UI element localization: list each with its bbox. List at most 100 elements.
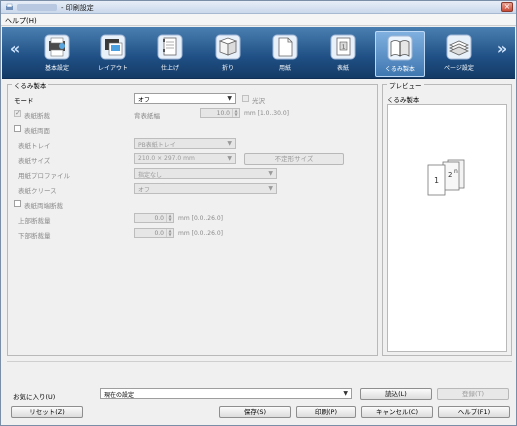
cover-crease-label: 表紙クリース [18, 187, 57, 195]
cover-size-value: 210.0 × 297.0 mm [138, 155, 195, 162]
help-button[interactable]: ヘルプ(F1) [438, 406, 510, 418]
preview-group: プレビュー くるみ製本 1 2 n [382, 80, 512, 356]
cover-tray-label: 表紙トレイ [18, 142, 51, 150]
print-button[interactable]: 印刷(P) [296, 406, 356, 418]
booklet-preview-icon: 1 2 n [427, 159, 465, 196]
spine-width-stepper[interactable]: 10.0 ▲ ▼ [200, 108, 240, 118]
layout-icon [100, 34, 126, 60]
top-trim-label: 上部断裁量 [18, 217, 51, 225]
paper-profile-select[interactable]: 指定なし ▼ [134, 168, 277, 179]
category-toolbar: « 基本設定 レイアウト 仕上げ 折り 用紙 1 表紙 くるみ製本 ページ設定 … [2, 27, 515, 79]
custom-size-button[interactable]: 不定形サイズ [244, 153, 344, 165]
chevron-down-icon: ▼ [343, 390, 348, 397]
reset-button[interactable]: リセット(Z) [11, 406, 83, 418]
top-trim-range: mm [0.0..26.0] [178, 215, 223, 222]
stepper-arrows-icon[interactable]: ▲ ▼ [232, 109, 239, 117]
chevron-down-icon: ▼ [268, 170, 273, 177]
preview-page-1: 1 [434, 176, 439, 185]
gloss-checkbox[interactable] [242, 95, 249, 102]
checkmark-icon: ✓ [15, 109, 21, 117]
fold-icon [215, 34, 241, 60]
tab-layout[interactable]: レイアウト [88, 31, 138, 77]
tab-fold[interactable]: 折り [203, 31, 253, 77]
cover-both-sides-label: 表紙両面 [24, 127, 50, 135]
cover-tray-value: PB表紙トレイ [138, 142, 176, 149]
cover-tray-select[interactable]: PB表紙トレイ ▼ [134, 138, 236, 149]
printer-app-icon [6, 3, 13, 10]
favorites-label: お気に入り(U) [13, 393, 56, 401]
favorites-value: 現在の設定 [104, 392, 135, 399]
chevron-down-icon: ▼ [227, 95, 232, 102]
tab-layout-label: レイアウト [97, 65, 128, 72]
cover-crease-select[interactable]: オフ ▼ [134, 183, 277, 194]
bottom-trim-value: 0.0 [154, 230, 164, 237]
mode-label: モード [14, 97, 34, 105]
preview-page-n: n [454, 168, 458, 175]
cover-trim-label: 表紙断裁 [24, 112, 50, 120]
spine-width-range: mm [1.0..30.0] [244, 110, 289, 117]
close-button[interactable]: × [501, 2, 513, 12]
binding-group-title: くるみ製本 [12, 80, 49, 90]
tab-page-settings[interactable]: ページ設定 [434, 31, 484, 77]
tab-page-settings-label: ページ設定 [444, 65, 474, 72]
preview-page-2: 2 [448, 171, 452, 179]
cover-size-label: 表紙サイズ [18, 157, 51, 165]
register-button[interactable]: 登録(T) [437, 388, 509, 400]
scroll-left-arrow[interactable]: « [8, 41, 22, 57]
cover-both-sides-checkbox[interactable] [14, 125, 21, 132]
tab-basic-settings[interactable]: 基本設定 [32, 31, 82, 77]
cover-both-ends-trim-checkbox[interactable] [14, 200, 21, 207]
tab-fold-label: 折り [221, 65, 234, 72]
bottom-trim-stepper[interactable]: 0.0 ▲ ▼ [134, 228, 174, 238]
chevron-down-icon: ▼ [227, 140, 232, 147]
spine-width-value: 10.0 [216, 110, 230, 117]
cancel-button[interactable]: キャンセル(C) [361, 406, 433, 418]
mode-select[interactable]: オフ ▼ [134, 93, 236, 104]
preview-canvas: 1 2 n [387, 104, 507, 352]
chevron-down-icon: ▼ [268, 185, 273, 192]
paper-profile-value: 指定なし [138, 172, 163, 179]
basic-settings-icon [44, 34, 70, 60]
mode-select-value: オフ [138, 97, 151, 104]
chevron-down-icon: ▼ [227, 155, 232, 162]
paper-icon [272, 34, 298, 60]
cover-size-select[interactable]: 210.0 × 297.0 mm ▼ [134, 153, 236, 164]
page-settings-icon [446, 34, 472, 60]
scroll-right-arrow[interactable]: » [495, 41, 509, 57]
menu-bar: ヘルプ(H) [1, 14, 516, 26]
tab-cover[interactable]: 1 表紙 [318, 31, 368, 77]
finishing-icon [157, 34, 183, 60]
favorites-bar: お気に入り(U) 現在の設定 ▼ 読込(L) 登録(T) [7, 361, 512, 402]
binding-settings-group: くるみ製本 モード オフ ▼ 光沢 ✓ 表紙断裁 背表紙幅 10.0 ▲ ▼ mm… [7, 80, 378, 356]
tab-basic-settings-label: 基本設定 [44, 65, 69, 72]
stepper-arrows-icon[interactable]: ▲ ▼ [166, 229, 173, 237]
tab-cover-label: 表紙 [336, 65, 349, 72]
preview-subtitle: くるみ製本 [387, 96, 420, 104]
title-bar: - 印刷設定 × [1, 1, 516, 14]
bottom-trim-range: mm [0.0..26.0] [178, 230, 223, 237]
bottom-trim-label: 下部断裁量 [18, 232, 51, 240]
tab-finishing[interactable]: 仕上げ [145, 31, 195, 77]
preview-group-title: プレビュー [387, 80, 424, 90]
stepper-arrows-icon[interactable]: ▲ ▼ [166, 214, 173, 222]
cover-icon: 1 [330, 34, 356, 60]
tab-perfect-binding-label: くるみ製本 [385, 66, 415, 73]
paper-profile-label: 用紙プロファイル [18, 172, 70, 180]
print-settings-dialog: - 印刷設定 × ヘルプ(H) « 基本設定 レイアウト 仕上げ 折り 用紙 1… [0, 0, 517, 426]
tab-perfect-binding[interactable]: くるみ製本 [375, 31, 425, 77]
printer-name-redacted [17, 4, 57, 11]
cover-both-ends-trim-label: 表紙両端断裁 [24, 202, 63, 210]
load-button[interactable]: 読込(L) [360, 388, 432, 400]
perfect-binding-icon [387, 35, 413, 61]
menu-help[interactable]: ヘルプ(H) [5, 16, 37, 26]
cover-trim-checkbox[interactable]: ✓ [14, 109, 21, 117]
svg-text:1: 1 [342, 45, 345, 51]
cover-crease-value: オフ [138, 187, 151, 194]
save-button[interactable]: 保存(S) [219, 406, 291, 418]
spine-width-label: 背表紙幅 [134, 112, 160, 120]
tab-paper[interactable]: 用紙 [260, 31, 310, 77]
favorites-select[interactable]: 現在の設定 ▼ [100, 388, 352, 399]
top-trim-stepper[interactable]: 0.0 ▲ ▼ [134, 213, 174, 223]
window-title: - 印刷設定 [61, 4, 94, 12]
top-trim-value: 0.0 [154, 215, 164, 222]
